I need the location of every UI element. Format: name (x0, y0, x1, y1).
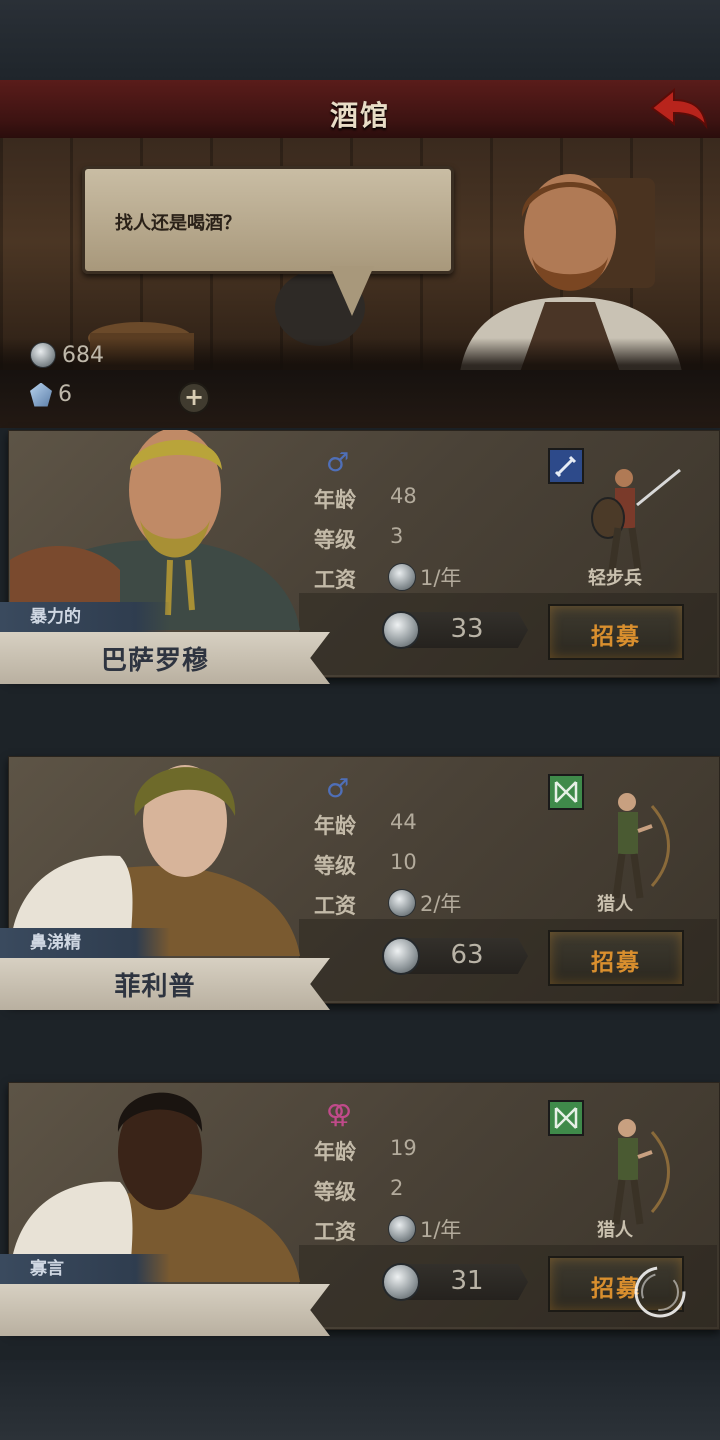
age-label: 年龄 (314, 1140, 356, 1164)
plus-icon: + (183, 383, 205, 411)
recruit-portrait (10, 1092, 300, 1282)
level-label: 等级 (314, 1180, 356, 1204)
recruit-name: 菲利普 (114, 972, 196, 1002)
age-value: 19 (390, 1136, 417, 1160)
bottom-frame (0, 1360, 720, 1440)
bow-icon (548, 1100, 584, 1136)
silver-coin-icon (30, 342, 56, 368)
recruit-button-label: 招募 (591, 624, 641, 650)
page-title: 酒馆 (329, 99, 390, 132)
gem-icon (30, 382, 52, 407)
recruit-card: 暴力的 巴萨罗穆 ♂ 年龄 48 等级 3 工资 1/年 轻步兵 33 招募 (0, 430, 720, 700)
recruit-name: 巴萨罗穆 (100, 646, 209, 676)
recruit-button-label: 招募 (591, 950, 641, 976)
wage: 1/年 (388, 1214, 461, 1244)
age-label: 年龄 (314, 814, 356, 838)
gem-amount: 6 (58, 382, 72, 407)
wage-label: 工资 (314, 894, 356, 918)
female-icon: ⚢ (326, 1100, 353, 1130)
name-ribbon (0, 1284, 330, 1336)
wage-label: 工资 (314, 568, 356, 592)
trait-label: 寡言 (0, 1254, 170, 1284)
bow-icon (548, 774, 584, 810)
silver-counter: 684 (30, 342, 104, 368)
level-label: 等级 (314, 528, 356, 552)
gem-counter: 6 (30, 382, 72, 407)
silver-coin-icon (382, 611, 420, 649)
age-value: 44 (390, 810, 417, 834)
recruit-price: 31 (382, 1260, 528, 1304)
class-name: 轻步兵 (588, 568, 642, 589)
recruit-price: 33 (382, 608, 528, 652)
recruit-button[interactable]: 招募 (548, 930, 684, 986)
level-value: 10 (390, 850, 417, 874)
sword-icon (548, 448, 584, 484)
silver-amount: 684 (62, 342, 104, 368)
wage: 1/年 (388, 562, 461, 592)
wage-label: 工资 (314, 1220, 356, 1244)
wage-value: 2/年 (420, 892, 462, 916)
loading-spinner-icon (634, 1266, 686, 1318)
silver-coin-icon (382, 1263, 420, 1301)
speech-bubble: 找人还是喝酒？ (82, 166, 454, 274)
silver-coin-icon (388, 563, 416, 591)
class-name: 猎人 (597, 1220, 633, 1241)
recruit-price: 63 (382, 934, 528, 978)
level-label: 等级 (314, 854, 356, 878)
currency-bar: 684 6 + (0, 338, 720, 428)
recruit-portrait (10, 430, 300, 630)
wage-value: 1/年 (420, 1218, 462, 1242)
npc-speech: 找人还是喝酒？ (115, 213, 241, 234)
hunter-figure (612, 1119, 670, 1225)
silver-coin-icon (382, 937, 420, 975)
back-button[interactable] (648, 86, 710, 132)
male-icon: ♂ (326, 448, 350, 478)
wage: 2/年 (388, 888, 461, 918)
back-arrow-icon (650, 87, 708, 130)
speech-bubble-tail (330, 266, 374, 316)
recruit-portrait (10, 765, 300, 956)
title-bar: 酒馆 (0, 80, 720, 140)
silver-coin-icon (388, 889, 416, 917)
recruit-card: 寡言 ⚢ 年龄 19 等级 2 工资 1/年 猎人 31 招募 (0, 1082, 720, 1352)
recruit-card: 鼻涕精 菲利普 ♂ 年龄 44 等级 10 工资 2/年 猎人 63 招募 (0, 756, 720, 1026)
hunter-figure (612, 793, 670, 899)
top-frame (0, 0, 720, 80)
male-icon: ♂ (326, 774, 350, 804)
trait-label: 鼻涕精 (0, 928, 170, 958)
age-value: 48 (390, 484, 417, 508)
age-label: 年龄 (314, 488, 356, 512)
tavern-scene: 找人还是喝酒？ (0, 138, 720, 370)
trait-label: 暴力的 (0, 602, 170, 632)
price-value: 63 (450, 940, 484, 970)
price-value: 31 (450, 1266, 484, 1296)
price-value: 33 (450, 614, 484, 644)
add-gems-button[interactable]: + (178, 382, 210, 414)
class-name: 猎人 (597, 894, 633, 915)
light-infantry-figure (591, 468, 681, 571)
silver-coin-icon (388, 1215, 416, 1243)
recruit-button[interactable]: 招募 (548, 604, 684, 660)
wage-value: 1/年 (420, 566, 462, 590)
level-value: 2 (390, 1176, 404, 1200)
level-value: 3 (390, 524, 404, 548)
